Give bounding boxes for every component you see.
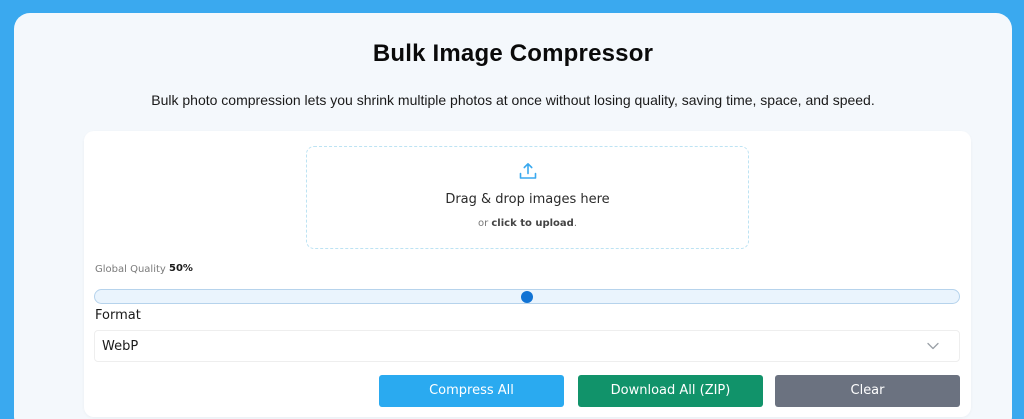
page-title: Bulk Image Compressor — [372, 40, 654, 67]
upload-dropzone[interactable]: Drag & drop images here or click to uplo… — [306, 146, 749, 249]
upload-icon — [519, 163, 537, 179]
quality-value: 50% — [169, 263, 193, 274]
compressor-card: Drag & drop images here or click to uplo… — [84, 131, 971, 417]
quality-slider[interactable] — [94, 289, 960, 304]
click-to-upload-link[interactable]: click to upload — [491, 218, 573, 229]
main-panel: Bulk Image Compressor Bulk photo compres… — [14, 13, 1012, 419]
format-label: Format — [95, 308, 141, 323]
format-select[interactable]: WebP — [94, 330, 960, 362]
dropzone-title: Drag & drop images here — [445, 192, 610, 207]
dropzone-prefix: or — [477, 218, 489, 229]
quality-label: Global Quality — [95, 264, 166, 275]
dropzone-suffix: . — [573, 218, 578, 229]
download-all-zip-button[interactable]: Download All (ZIP) — [578, 375, 763, 407]
slider-thumb[interactable] — [521, 291, 533, 303]
page-subtitle: Bulk photo compression lets you shrink m… — [151, 92, 875, 108]
compress-all-button[interactable]: Compress All — [379, 375, 564, 407]
clear-button[interactable]: Clear — [775, 375, 960, 407]
format-selected-value: WebP — [102, 339, 139, 354]
dropzone-subtext: or click to upload. — [307, 218, 748, 229]
chevron-down-icon — [927, 342, 939, 350]
